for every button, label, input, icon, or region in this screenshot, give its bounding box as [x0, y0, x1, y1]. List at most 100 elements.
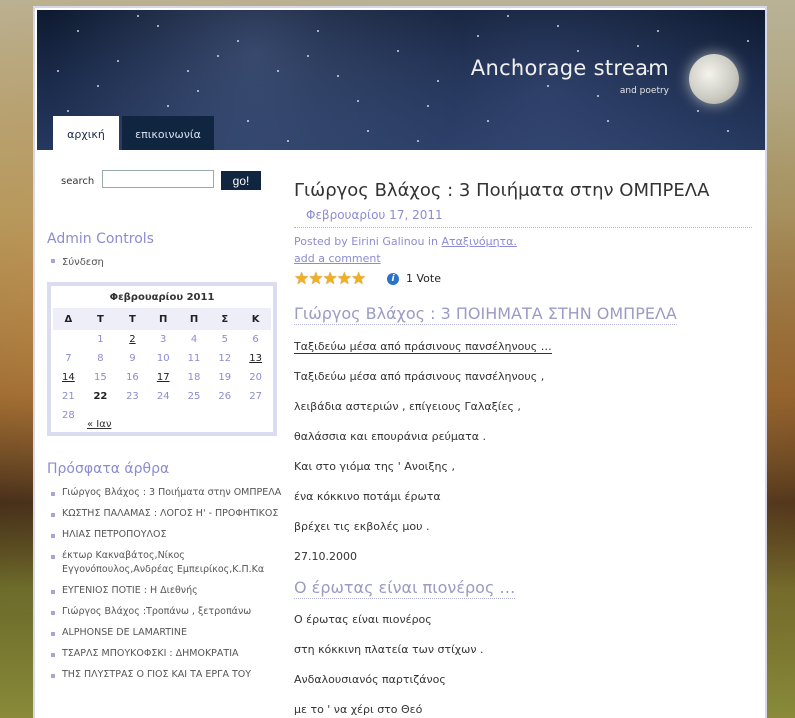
calendar-day: 8	[97, 353, 104, 364]
vote-count: 1 Vote	[406, 272, 441, 285]
bullet-icon	[51, 513, 55, 517]
star-dot	[487, 120, 489, 122]
star-dot	[427, 105, 429, 107]
search-label: search	[61, 176, 95, 187]
info-icon[interactable]: i	[387, 273, 399, 285]
recent-post-item[interactable]: Γιώργος Βλάχος : 3 Ποιήματα στην ΟΜΠΡΕΛΑ	[51, 486, 283, 500]
star-dot	[247, 120, 249, 122]
recent-post-item[interactable]: ALPHONSE DE LAMARTINE	[51, 626, 283, 640]
post-title[interactable]: Γιώργος Βλάχος : 3 Ποιήματα στην ΟΜΠΡΕΛΑ	[294, 180, 709, 201]
calendar-day: 21	[62, 391, 75, 402]
recent-post-link[interactable]: ΤΗΣ ΠΛΥΣΤΡΑΣ Ο ΓΙΟΣ ΚΑΙ ΤΑ ΕΡΓΑ ΤΟΥ	[62, 669, 251, 680]
star-dot	[577, 50, 579, 52]
recent-post-item[interactable]: ΤΗΣ ΠΛΥΣΤΡΑΣ Ο ΓΙΟΣ ΚΑΙ ΤΑ ΕΡΓΑ ΤΟΥ	[51, 668, 283, 682]
calendar-day	[148, 406, 179, 425]
search-go-button[interactable]: go!	[221, 171, 261, 190]
rating-star-icon[interactable]: ★	[337, 270, 352, 288]
star-dot	[187, 70, 189, 72]
poem-line: 27.10.2000	[294, 550, 357, 563]
calendar-day: 11	[187, 353, 201, 364]
site-header: Anchorage stream and poetry αρχική επικο…	[37, 10, 765, 150]
rating-stars[interactable]: ★★★★★	[294, 269, 366, 288]
star-dot	[747, 40, 749, 42]
bullet-icon	[51, 555, 55, 559]
star-dot	[507, 15, 509, 17]
bullet-icon	[51, 492, 55, 496]
recent-post-link[interactable]: ALPHONSE DE LAMARTINE	[62, 627, 187, 638]
calendar-day[interactable]: 17	[148, 368, 179, 387]
rating-star-icon[interactable]: ★	[351, 270, 366, 288]
poem-line: βρέχει τις εκβολές μου .	[294, 520, 430, 533]
calendar-day	[209, 406, 240, 425]
rating-star-icon[interactable]: ★	[294, 270, 309, 288]
recent-post-item[interactable]: ΚΩΣΤΗΣ ΠΑΛΑΜΑΣ : ΛΟΓΟΣ Η' - ΠΡΟΦΗΤΙΚΟΣ	[51, 507, 283, 521]
bullet-icon	[51, 590, 55, 594]
calendar-day: 16	[126, 372, 139, 383]
star-dot	[157, 25, 159, 27]
poem-line: στη κόκκινη πλατεία των στίχων .	[294, 643, 484, 656]
calendar-day	[179, 406, 210, 425]
tab-contact[interactable]: επικοινωνία	[122, 116, 214, 150]
recent-post-link[interactable]: έκτωρ Κακναβάτος,Νίκος Εγγονόπουλος,Ανδρ…	[62, 550, 264, 575]
star-dot	[167, 105, 169, 107]
rating-star-icon[interactable]: ★	[308, 270, 323, 288]
poem1-first-line: Ταξιδεύω μέσα από πράσινους πανσέληνους …	[294, 340, 552, 354]
star-dot	[337, 75, 339, 77]
recent-post-link[interactable]: ΗΛΙΑΣ ΠΕΤΡΟΠΟΥΛΟΣ	[62, 529, 167, 540]
poem1-first-line-text: Ταξιδεύω μέσα από πράσινους πανσέληνους …	[294, 340, 552, 354]
poem1-title: Γιώργος Βλάχος : 3 ΠΟΙΗΜΑΤΑ ΣΤΗΝ ΟΜΠΡΕΛΑ	[294, 304, 677, 325]
calendar-day[interactable]: 13	[240, 349, 271, 368]
recent-post-item[interactable]: έκτωρ Κακναβάτος,Νίκος Εγγονόπουλος,Ανδρ…	[51, 549, 283, 577]
star-dot	[597, 95, 599, 97]
calendar-day: 23	[126, 391, 139, 402]
rating-star-icon[interactable]: ★	[323, 270, 338, 288]
recent-post-link[interactable]: Γιώργος Βλάχος : 3 Ποιήματα στην ΟΜΠΡΕΛΑ	[62, 487, 281, 498]
login-label[interactable]: Σύνδεση	[62, 257, 104, 268]
calendar-weekday: Π	[147, 308, 179, 330]
star-dot	[357, 100, 359, 102]
calendar-day: 3	[160, 334, 167, 345]
recent-post-link[interactable]: Γιώργος Βλάχος :Τροπάνω , ξετροπάνω	[62, 606, 251, 617]
star-dot	[547, 85, 549, 87]
recent-post-item[interactable]: ΕΥΓΕΝΙΟΣ ΠΟΤΙΕ : Η Διεθνής	[51, 584, 283, 598]
recent-post-link[interactable]: ΤΣΑΡΛΣ ΜΠΟΥΚΟΦΣΚΙ : ΔΗΜΟΚΡΑΤΙΑ	[62, 648, 239, 659]
tab-home[interactable]: αρχική	[53, 116, 119, 150]
calendar-day: 9	[129, 353, 136, 364]
poem-line: Και στο γιόμα της ' Ανοιξης ,	[294, 460, 455, 473]
star-dot	[657, 30, 659, 32]
login-link[interactable]: Σύνδεση	[51, 257, 104, 268]
calendar-day: 5	[221, 334, 228, 345]
post-category-link[interactable]: Αταξινόμητα.	[441, 235, 516, 248]
bullet-icon	[51, 611, 55, 615]
calendar-day: 18	[187, 372, 201, 383]
bullet-icon	[51, 653, 55, 657]
post-divider	[294, 227, 752, 228]
post-author: Posted by Eirini Galinou in	[294, 235, 442, 248]
recent-post-item[interactable]: ΤΣΑΡΛΣ ΜΠΟΥΚΟΦΣΚΙ : ΔΗΜΟΚΡΑΤΙΑ	[51, 647, 283, 661]
page-container: Anchorage stream and poetry αρχική επικο…	[33, 6, 767, 718]
star-dot	[317, 30, 319, 32]
calendar-day: 27	[249, 391, 262, 402]
poem-line: ένα κόκκινο ποτάμι έρωτα	[294, 490, 441, 503]
calendar-day	[240, 406, 271, 425]
calendar-caption: Φεβρουαρίου 2011	[109, 292, 215, 303]
calendar-weekday: Π	[178, 308, 210, 330]
bullet-icon	[51, 259, 55, 263]
recent-post-link[interactable]: ΕΥΓΕΝΙΟΣ ΠΟΤΙΕ : Η Διεθνής	[62, 585, 198, 596]
recent-post-item[interactable]: Γιώργος Βλάχος :Τροπάνω , ξετροπάνω	[51, 605, 283, 619]
recent-post-item[interactable]: ΗΛΙΑΣ ΠΕΤΡΟΠΟΥΛΟΣ	[51, 528, 283, 542]
search-input[interactable]	[102, 170, 214, 188]
bullet-icon	[51, 632, 55, 636]
star-dot	[97, 85, 99, 87]
calendar-day: 19	[218, 372, 232, 383]
add-comment-link[interactable]: add a comment	[294, 252, 381, 265]
calendar-day[interactable]: 2	[117, 330, 148, 349]
calendar-day: 1	[97, 334, 104, 345]
site-title[interactable]: Anchorage stream	[471, 56, 669, 80]
recent-post-link[interactable]: ΚΩΣΤΗΣ ΠΑΛΑΜΑΣ : ΛΟΓΟΣ Η' - ΠΡΟΦΗΤΙΚΟΣ	[62, 508, 278, 519]
calendar-prev-link[interactable]: « Ιαν	[87, 419, 111, 430]
star-dot	[417, 140, 419, 142]
bullet-icon	[51, 674, 55, 678]
calendar-day[interactable]: 14	[53, 368, 84, 387]
calendar-weekday: Τ	[117, 308, 148, 330]
